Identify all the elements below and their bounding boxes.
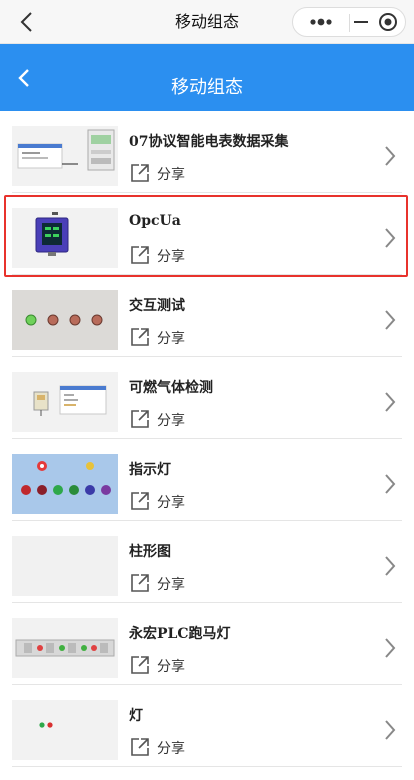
item-name: 07协议智能电表数据采集 bbox=[129, 134, 289, 150]
target-close-icon[interactable] bbox=[375, 8, 401, 36]
item-name: 灯 bbox=[129, 708, 143, 724]
thumbnail-image bbox=[12, 618, 118, 678]
item-name: 永宏PLC跑马灯 bbox=[129, 626, 231, 642]
share-external-icon bbox=[130, 737, 150, 757]
more-dots-icon[interactable] bbox=[303, 8, 339, 36]
share-external-icon bbox=[130, 655, 150, 675]
share-label: 分享 bbox=[157, 659, 185, 675]
chevron-right-icon[interactable] bbox=[384, 227, 396, 249]
item-name: 可燃气体检测 bbox=[129, 380, 213, 396]
thumbnail-image bbox=[12, 454, 118, 514]
page-title: 移动组态 bbox=[171, 77, 243, 98]
chevron-right-icon[interactable] bbox=[384, 473, 396, 495]
share-label: 分享 bbox=[157, 249, 185, 265]
list-item[interactable]: 指示灯 分享 bbox=[0, 439, 414, 521]
thumbnail-image bbox=[12, 700, 118, 760]
list-item[interactable]: 灯 分享 bbox=[0, 685, 414, 767]
item-name: 指示灯 bbox=[129, 462, 171, 478]
item-name: OpcUa bbox=[129, 213, 181, 229]
share-label: 分享 bbox=[157, 331, 185, 347]
chevron-right-icon[interactable] bbox=[384, 145, 396, 167]
share-external-icon bbox=[130, 163, 150, 183]
thumbnail-image bbox=[12, 290, 118, 350]
list-item[interactable]: 07协议智能电表数据采集 分享 bbox=[0, 111, 414, 193]
divider bbox=[12, 766, 402, 767]
chevron-right-icon[interactable] bbox=[384, 309, 396, 331]
share-label: 分享 bbox=[157, 495, 185, 511]
wechat-nav-bar: 移动组态 bbox=[0, 0, 414, 44]
item-name: 柱形图 bbox=[129, 544, 171, 560]
share-label: 分享 bbox=[157, 167, 185, 183]
minimize-icon[interactable] bbox=[353, 8, 369, 36]
list-item[interactable]: OpcUa 分享 bbox=[0, 193, 414, 275]
share-external-icon bbox=[130, 327, 150, 347]
list-item[interactable]: 可燃气体检测 分享 bbox=[0, 357, 414, 439]
share-external-icon bbox=[130, 409, 150, 429]
list-item[interactable]: 柱形图 分享 bbox=[0, 521, 414, 603]
thumbnail-image bbox=[12, 536, 118, 596]
menu-capsule bbox=[292, 7, 406, 37]
thumbnail-image bbox=[12, 126, 118, 186]
share-label: 分享 bbox=[157, 577, 185, 593]
chevron-right-icon[interactable] bbox=[384, 719, 396, 741]
chevron-right-icon[interactable] bbox=[384, 637, 396, 659]
share-external-icon bbox=[130, 573, 150, 593]
chevron-right-icon[interactable] bbox=[384, 391, 396, 413]
chevron-right-icon[interactable] bbox=[384, 555, 396, 577]
share-label: 分享 bbox=[157, 741, 185, 757]
thumbnail-image bbox=[12, 208, 118, 268]
thumbnail-image bbox=[12, 372, 118, 432]
item-name: 交互测试 bbox=[129, 298, 185, 314]
share-label: 分享 bbox=[157, 413, 185, 429]
capsule-divider bbox=[349, 14, 350, 32]
list-item[interactable]: 永宏PLC跑马灯 分享 bbox=[0, 603, 414, 685]
share-external-icon bbox=[130, 245, 150, 265]
list-item[interactable]: 交互测试 分享 bbox=[0, 275, 414, 357]
app-header: 移动组态 bbox=[0, 44, 414, 111]
share-external-icon bbox=[130, 491, 150, 511]
